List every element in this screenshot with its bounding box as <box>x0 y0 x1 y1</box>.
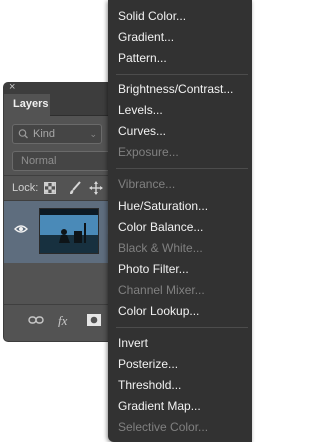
blend-mode-select[interactable]: Normal <box>12 151 112 171</box>
menu-item-pattern[interactable]: Pattern... <box>118 48 167 68</box>
layer-thumbnail <box>39 208 99 254</box>
menu-item-gradient-map[interactable]: Gradient Map... <box>118 396 201 416</box>
menu-item-black-white: Black & White... <box>118 241 203 255</box>
layer-filter-select[interactable]: Kind ⌄ <box>12 124 102 144</box>
chevron-down-icon: ⌄ <box>89 129 97 139</box>
menu-item-color-balance[interactable]: Color Balance... <box>118 217 203 237</box>
adjustment-layer-menu: Solid Color... Gradient... Pattern... Br… <box>108 0 252 442</box>
menu-item-photo-filter[interactable]: Photo Filter... <box>118 259 189 279</box>
visibility-eye-icon[interactable] <box>14 222 28 236</box>
lock-transparent-pixels-icon[interactable] <box>44 179 56 197</box>
menu-item-gradient[interactable]: Gradient... <box>118 27 174 47</box>
menu-separator <box>116 327 248 328</box>
menu-item-color-lookup[interactable]: Color Lookup... <box>118 301 199 321</box>
menu-item-threshold[interactable]: Threshold... <box>118 375 181 395</box>
menu-separator <box>116 168 248 169</box>
lock-label: Lock: <box>12 182 39 194</box>
menu-item-solid-color[interactable]: Solid Color... <box>118 6 186 26</box>
menu-item-levels[interactable]: Levels... <box>118 100 163 120</box>
close-icon[interactable]: × <box>9 80 15 94</box>
tab-layers[interactable]: Layers <box>4 94 50 116</box>
menu-item-exposure: Exposure... <box>118 145 179 159</box>
add-mask-icon[interactable] <box>86 313 102 327</box>
menu-item-hue-saturation[interactable]: Hue/Saturation... <box>118 196 208 216</box>
search-icon <box>18 125 29 143</box>
svg-text:fx: fx <box>58 313 68 327</box>
menu-item-selective-color: Selective Color... <box>118 420 209 434</box>
lock-image-pixels-brush-icon[interactable] <box>68 179 82 197</box>
menu-item-vibrance: Vibrance... <box>118 177 176 191</box>
layer-style-fx-icon[interactable]: fx <box>58 313 74 327</box>
link-layers-icon[interactable] <box>28 313 44 327</box>
menu-item-brightness-contrast[interactable]: Brightness/Contrast... <box>118 79 233 99</box>
menu-item-invert[interactable]: Invert <box>118 333 148 353</box>
panel-bottom-toolbar: fx <box>4 305 114 341</box>
panel-title-bar: × <box>4 80 114 94</box>
layers-panel: × Layers Kind ⌄ Normal Lock: fx <box>4 80 115 341</box>
filter-kind-label: Kind <box>33 128 56 140</box>
lock-position-move-icon[interactable] <box>89 179 103 197</box>
lock-row: Lock: <box>12 179 103 197</box>
menu-item-channel-mixer: Channel Mixer... <box>118 283 205 297</box>
menu-separator <box>116 74 248 75</box>
menu-item-curves[interactable]: Curves... <box>118 121 166 141</box>
menu-item-posterize[interactable]: Posterize... <box>118 354 178 374</box>
panel-tab-bar: Layers <box>4 94 114 116</box>
layer-row[interactable]: E <box>4 201 115 263</box>
divider <box>4 175 114 176</box>
